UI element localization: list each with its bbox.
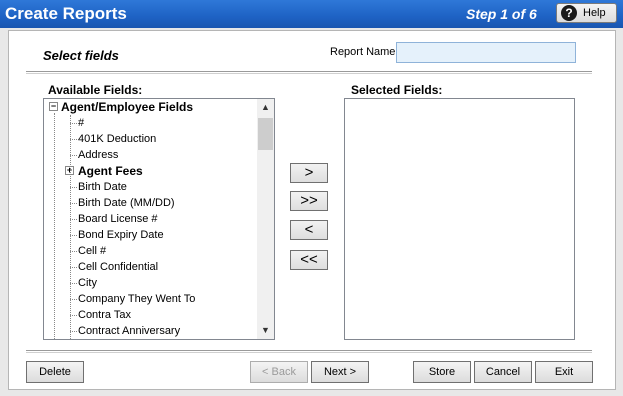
remove-all-fields-button[interactable]: << <box>290 250 328 270</box>
scroll-thumb[interactable] <box>258 118 273 150</box>
divider-bottom <box>26 350 592 353</box>
window-title: Create Reports <box>5 4 127 23</box>
tree-item-label: Contract Anniversary <box>78 325 181 337</box>
section-title: Select fields <box>43 48 119 63</box>
help-button[interactable]: ? Help <box>556 3 617 23</box>
tree-item-label: Address <box>78 149 119 161</box>
remove-field-button[interactable]: < <box>290 220 328 240</box>
add-field-button[interactable]: > <box>290 163 328 183</box>
help-label: Help <box>583 7 606 19</box>
back-button[interactable]: < Back <box>250 361 308 383</box>
exit-button[interactable]: Exit <box>535 361 593 383</box>
tree-item-label: 401K Deduction <box>78 133 157 145</box>
tree-item-label: Contra Tax <box>78 309 131 321</box>
next-button[interactable]: Next > <box>311 361 369 383</box>
report-name-label: Report Name: <box>330 46 399 58</box>
tree-item-label: Bond Expiry Date <box>78 229 164 241</box>
help-icon: ? <box>561 5 577 21</box>
tree-item-label: Birth Date <box>78 181 127 193</box>
tree-connector <box>70 115 72 339</box>
available-fields-scrollbar[interactable]: ▲ ▼ <box>257 99 274 339</box>
tree-item-label: Agent/Employee Fields <box>61 100 194 114</box>
available-fields-list[interactable]: − Agent/Employee Fields #401K Deduction Add… <box>43 98 275 340</box>
available-fields-label: Available Fields: <box>48 83 143 97</box>
selected-fields-label: Selected Fields: <box>351 83 443 97</box>
cancel-button[interactable]: Cancel <box>474 361 532 383</box>
store-button[interactable]: Store <box>413 361 471 383</box>
report-name-input[interactable] <box>396 42 576 63</box>
title-bar: Create Reports Step 1 of 6 ? Help <box>0 0 623 28</box>
delete-button[interactable]: Delete <box>26 361 84 383</box>
tree-item-label: Birth Date (MM/DD) <box>78 197 175 209</box>
divider-top <box>26 71 592 74</box>
scroll-down-icon[interactable]: ▼ <box>257 322 274 339</box>
selected-fields-list[interactable] <box>344 98 575 340</box>
tree-item-label: Board License # <box>78 213 158 225</box>
tree-connector <box>54 113 56 339</box>
tree-item-label: City <box>78 277 97 289</box>
tree-item-label: Cell Confidential <box>78 261 159 273</box>
collapse-icon[interactable]: − <box>49 102 58 111</box>
scroll-up-icon[interactable]: ▲ <box>257 99 274 116</box>
add-all-fields-button[interactable]: >> <box>290 191 328 211</box>
step-indicator: Step 1 of 6 <box>466 6 537 22</box>
tree-item-label: # <box>78 117 85 129</box>
tree-item-label: Cell # <box>78 245 107 257</box>
tree-item-label: Company They Went To <box>78 293 196 305</box>
tree-item-label: Agent Fees <box>78 164 143 178</box>
